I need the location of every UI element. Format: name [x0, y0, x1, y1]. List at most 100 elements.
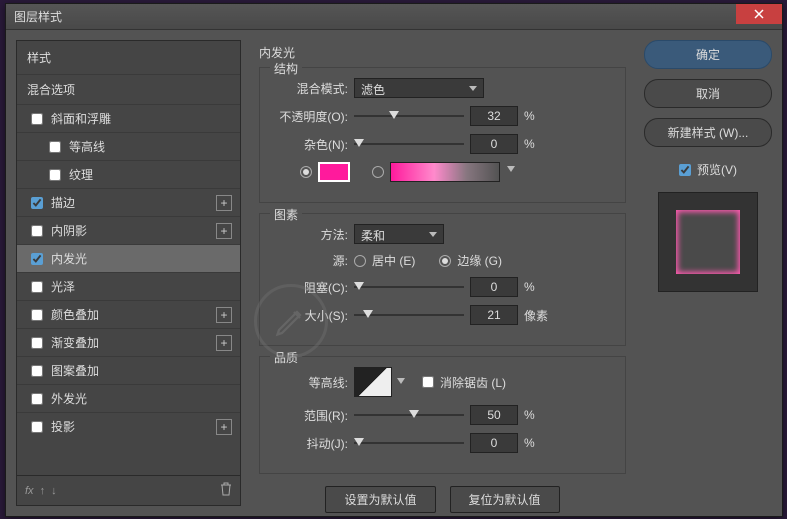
preview-toggle[interactable]: 预览(V): [644, 161, 772, 178]
style-label: 图案叠加: [51, 362, 99, 379]
range-label: 范围(R):: [270, 407, 348, 424]
quality-legend: 品质: [270, 349, 302, 366]
style-checkbox[interactable]: [31, 113, 43, 125]
left-panel: 样式 混合选项 斜面和浮雕等高线纹理描边+内阴影+内发光光泽颜色叠加+渐变叠加+…: [16, 40, 241, 506]
style-label: 等高线: [69, 138, 105, 155]
jitter-slider[interactable]: [354, 436, 464, 450]
style-checkbox[interactable]: [31, 253, 43, 265]
cancel-button[interactable]: 取消: [644, 79, 772, 108]
technique-select[interactable]: 柔和: [354, 224, 444, 244]
styles-header[interactable]: 样式: [17, 41, 240, 74]
style-item[interactable]: 斜面和浮雕: [17, 104, 240, 132]
style-checkbox[interactable]: [31, 225, 43, 237]
style-checkbox[interactable]: [31, 309, 43, 321]
style-label: 内阴影: [51, 222, 87, 239]
center-panel: 内发光 结构 混合模式: 滤色 不透明度(O): 32 % 杂色(N): 0: [251, 40, 634, 506]
range-input[interactable]: 50: [470, 405, 518, 425]
jitter-input[interactable]: 0: [470, 433, 518, 453]
reset-default-button[interactable]: 复位为默认值: [450, 486, 560, 513]
ok-button[interactable]: 确定: [644, 40, 772, 69]
style-item[interactable]: 内发光: [17, 244, 240, 272]
choke-label: 阻塞(C):: [270, 279, 348, 296]
color-radio[interactable]: [300, 166, 312, 178]
noise-slider[interactable]: [354, 137, 464, 151]
style-checkbox[interactable]: [31, 281, 43, 293]
range-unit: %: [524, 408, 554, 422]
blend-options-item[interactable]: 混合选项: [17, 74, 240, 104]
style-checkbox[interactable]: [31, 337, 43, 349]
style-item[interactable]: 渐变叠加+: [17, 328, 240, 356]
style-checkbox[interactable]: [31, 421, 43, 433]
source-center-radio[interactable]: [354, 255, 366, 267]
add-effect-icon[interactable]: +: [216, 335, 232, 351]
style-item[interactable]: 光泽: [17, 272, 240, 300]
dialog-content: 样式 混合选项 斜面和浮雕等高线纹理描边+内阴影+内发光光泽颜色叠加+渐变叠加+…: [6, 30, 782, 516]
style-checkbox[interactable]: [31, 393, 43, 405]
style-label: 内发光: [51, 250, 87, 267]
arrow-down-icon[interactable]: ↓: [51, 485, 57, 497]
style-item[interactable]: 等高线: [17, 132, 240, 160]
size-unit: 像素: [524, 307, 554, 324]
source-edge-label[interactable]: 边缘 (G): [457, 252, 502, 269]
size-slider[interactable]: [354, 308, 464, 322]
size-label: 大小(S):: [270, 307, 348, 324]
source-center-label[interactable]: 居中 (E): [372, 252, 415, 269]
style-checkbox[interactable]: [31, 365, 43, 377]
style-label: 纹理: [69, 166, 93, 183]
contour-label: 等高线:: [270, 374, 348, 391]
style-item[interactable]: 描边+: [17, 188, 240, 216]
opacity-unit: %: [524, 109, 554, 123]
contour-picker[interactable]: [354, 367, 392, 397]
style-item[interactable]: 纹理: [17, 160, 240, 188]
noise-input[interactable]: 0: [470, 134, 518, 154]
layer-style-dialog: 图层样式 样式 混合选项 斜面和浮雕等高线纹理描边+ 内阴影 + 内发光光泽颜色叠加 +…: [5, 3, 783, 517]
style-label: 投影: [51, 418, 75, 435]
opacity-slider[interactable]: [354, 109, 464, 123]
style-checkbox[interactable]: [49, 141, 61, 153]
make-default-button[interactable]: 设置为默认值: [325, 486, 435, 513]
titlebar[interactable]: 图层样式: [6, 4, 782, 30]
antialias-label[interactable]: 消除锯齿 (L): [440, 374, 506, 391]
opacity-input[interactable]: 32: [470, 106, 518, 126]
add-effect-icon[interactable]: +: [216, 223, 232, 239]
fx-label[interactable]: fx: [25, 485, 34, 497]
style-item[interactable]: 图案叠加: [17, 356, 240, 384]
gradient-radio[interactable]: [372, 166, 384, 178]
style-item[interactable]: 外发光: [17, 384, 240, 412]
add-effect-icon[interactable]: +: [216, 307, 232, 323]
choke-slider[interactable]: [354, 280, 464, 294]
size-input[interactable]: 21: [470, 305, 518, 325]
source-label: 源:: [270, 252, 348, 269]
antialias-checkbox[interactable]: [422, 376, 434, 388]
style-checkbox[interactable]: [49, 169, 61, 181]
style-item[interactable]: 投影 +: [17, 412, 240, 440]
style-item[interactable]: 内阴影 +: [17, 216, 240, 244]
add-effect-icon[interactable]: +: [216, 419, 232, 435]
add-effect-icon[interactable]: +: [216, 195, 232, 211]
default-buttons-row: 设置为默认值 复位为默认值: [259, 486, 626, 513]
technique-label: 方法:: [270, 226, 348, 243]
style-label: 外发光: [51, 390, 87, 407]
chevron-down-icon[interactable]: [397, 378, 405, 384]
structure-group: 结构 混合模式: 滤色 不透明度(O): 32 % 杂色(N): 0 %: [259, 67, 626, 203]
style-label: 颜色叠加: [51, 306, 99, 323]
style-item[interactable]: 颜色叠加 +: [17, 300, 240, 328]
color-swatch[interactable]: [318, 162, 350, 182]
arrow-up-icon[interactable]: ↑: [40, 485, 46, 497]
style-checkbox[interactable]: [31, 197, 43, 209]
noise-label: 杂色(N):: [270, 136, 348, 153]
preview-checkbox[interactable]: [679, 164, 691, 176]
choke-input[interactable]: 0: [470, 277, 518, 297]
close-icon: [754, 9, 764, 19]
preview-box: [658, 192, 758, 292]
chevron-down-icon[interactable]: [507, 166, 515, 172]
close-button[interactable]: [736, 4, 782, 24]
blend-mode-select[interactable]: 滤色: [354, 78, 484, 98]
range-slider[interactable]: [354, 408, 464, 422]
gradient-swatch[interactable]: [390, 162, 500, 182]
new-style-button[interactable]: 新建样式 (W)...: [644, 118, 772, 147]
trash-icon[interactable]: [220, 482, 232, 499]
structure-legend: 结构: [270, 60, 302, 77]
style-label: 斜面和浮雕: [51, 110, 111, 127]
source-edge-radio[interactable]: [439, 255, 451, 267]
